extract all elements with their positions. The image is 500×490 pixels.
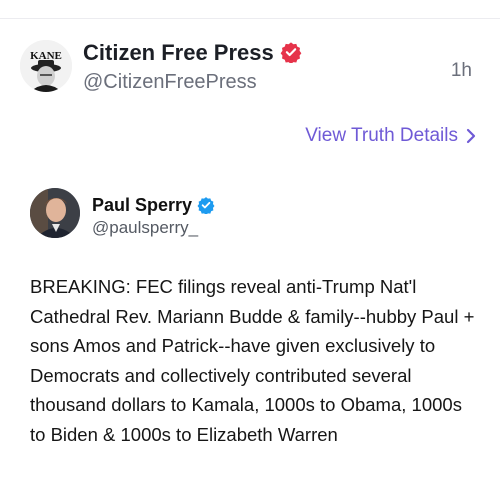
verified-badge-blue-icon <box>197 197 215 214</box>
quoted-display-name-text: Paul Sperry <box>92 195 193 215</box>
view-truth-details-link[interactable]: View Truth Details <box>305 125 476 147</box>
display-name-text: Citizen Free Press <box>83 40 274 65</box>
quoted-display-name[interactable]: Paul Sperry <box>92 195 215 216</box>
quoted-handle[interactable]: @paulsperry_ <box>92 218 198 238</box>
timestamp: 1h <box>450 60 472 81</box>
avatar-image: KANE <box>20 40 72 92</box>
handle[interactable]: @CitizenFreePress <box>83 71 257 94</box>
verified-badge-red-icon <box>280 42 302 63</box>
view-truth-details-label: View Truth Details <box>305 125 458 146</box>
quoted-avatar-image <box>30 188 80 238</box>
chevron-right-icon <box>466 128 476 144</box>
top-divider <box>0 18 500 19</box>
post-header: KANE Citizen Free Press @CitizenFreePres… <box>20 40 490 104</box>
quoted-avatar[interactable] <box>30 188 80 238</box>
avatar[interactable]: KANE <box>20 40 72 92</box>
quoted-post-text: BREAKING: FEC filings reveal anti-Trump … <box>30 276 475 445</box>
display-name[interactable]: Citizen Free Press <box>83 40 302 66</box>
